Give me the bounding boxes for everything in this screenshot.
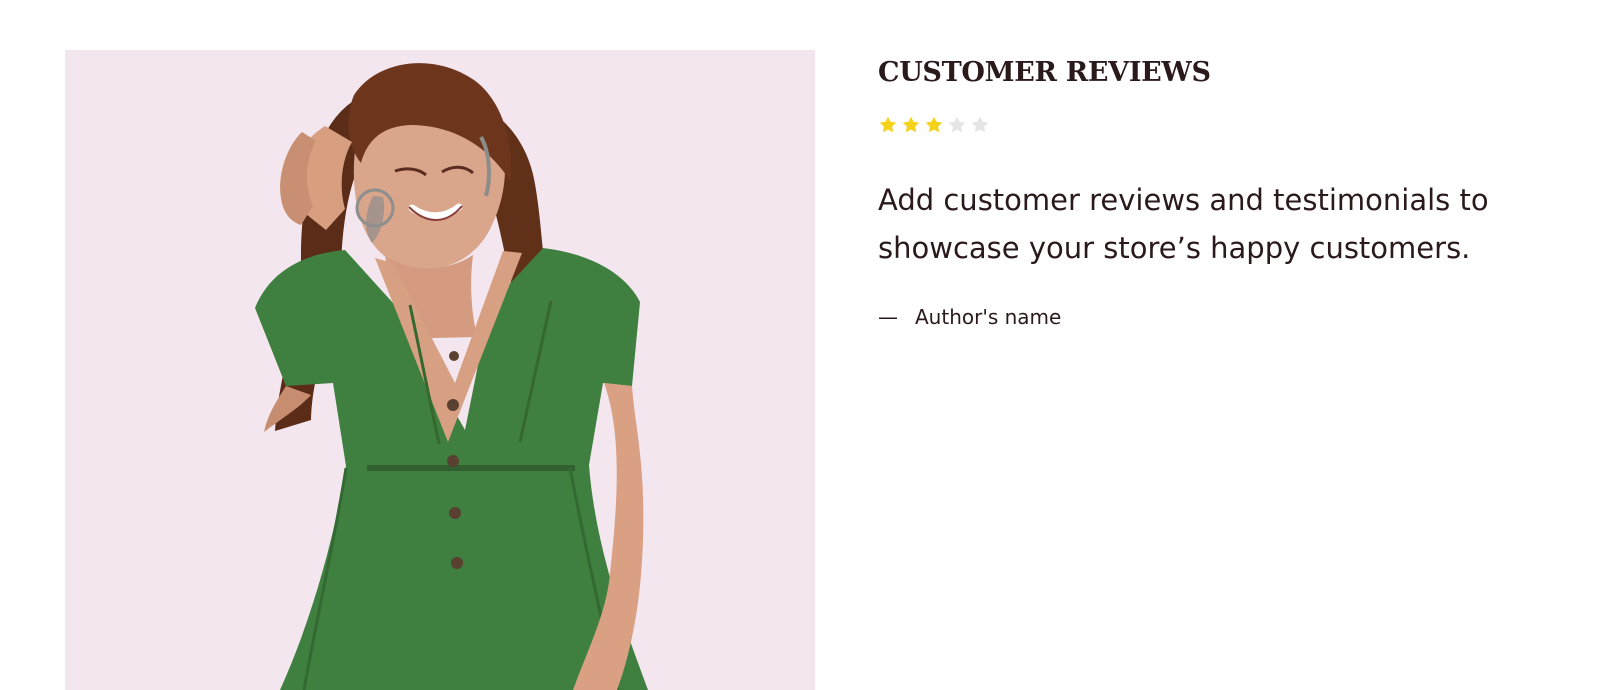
- empty-star-icon: [970, 115, 990, 135]
- filled-star-icon: [901, 115, 921, 135]
- testimonial-content: CUSTOMER REVIEWS Add customer reviews an…: [878, 56, 1578, 331]
- star-icon: [948, 116, 966, 133]
- product-photo: [65, 50, 815, 690]
- star-icon: [879, 116, 897, 133]
- review-text: Add customer reviews and testimonials to…: [878, 183, 1489, 265]
- author-dash: —: [878, 305, 898, 329]
- star-icon: [925, 116, 943, 133]
- author-name: Author's name: [915, 305, 1062, 329]
- empty-star-icon: [947, 115, 967, 135]
- model-photo-illustration: [65, 50, 815, 690]
- review-author: — Author's name: [878, 303, 1578, 331]
- star-rating: [878, 115, 1578, 135]
- filled-star-icon: [924, 115, 944, 135]
- star-icon: [971, 116, 989, 133]
- section-title: CUSTOMER REVIEWS: [878, 57, 1211, 88]
- testimonial-section: CUSTOMER REVIEWS Add customer reviews an…: [0, 0, 1618, 690]
- filled-star-icon: [878, 115, 898, 135]
- star-icon: [902, 116, 920, 133]
